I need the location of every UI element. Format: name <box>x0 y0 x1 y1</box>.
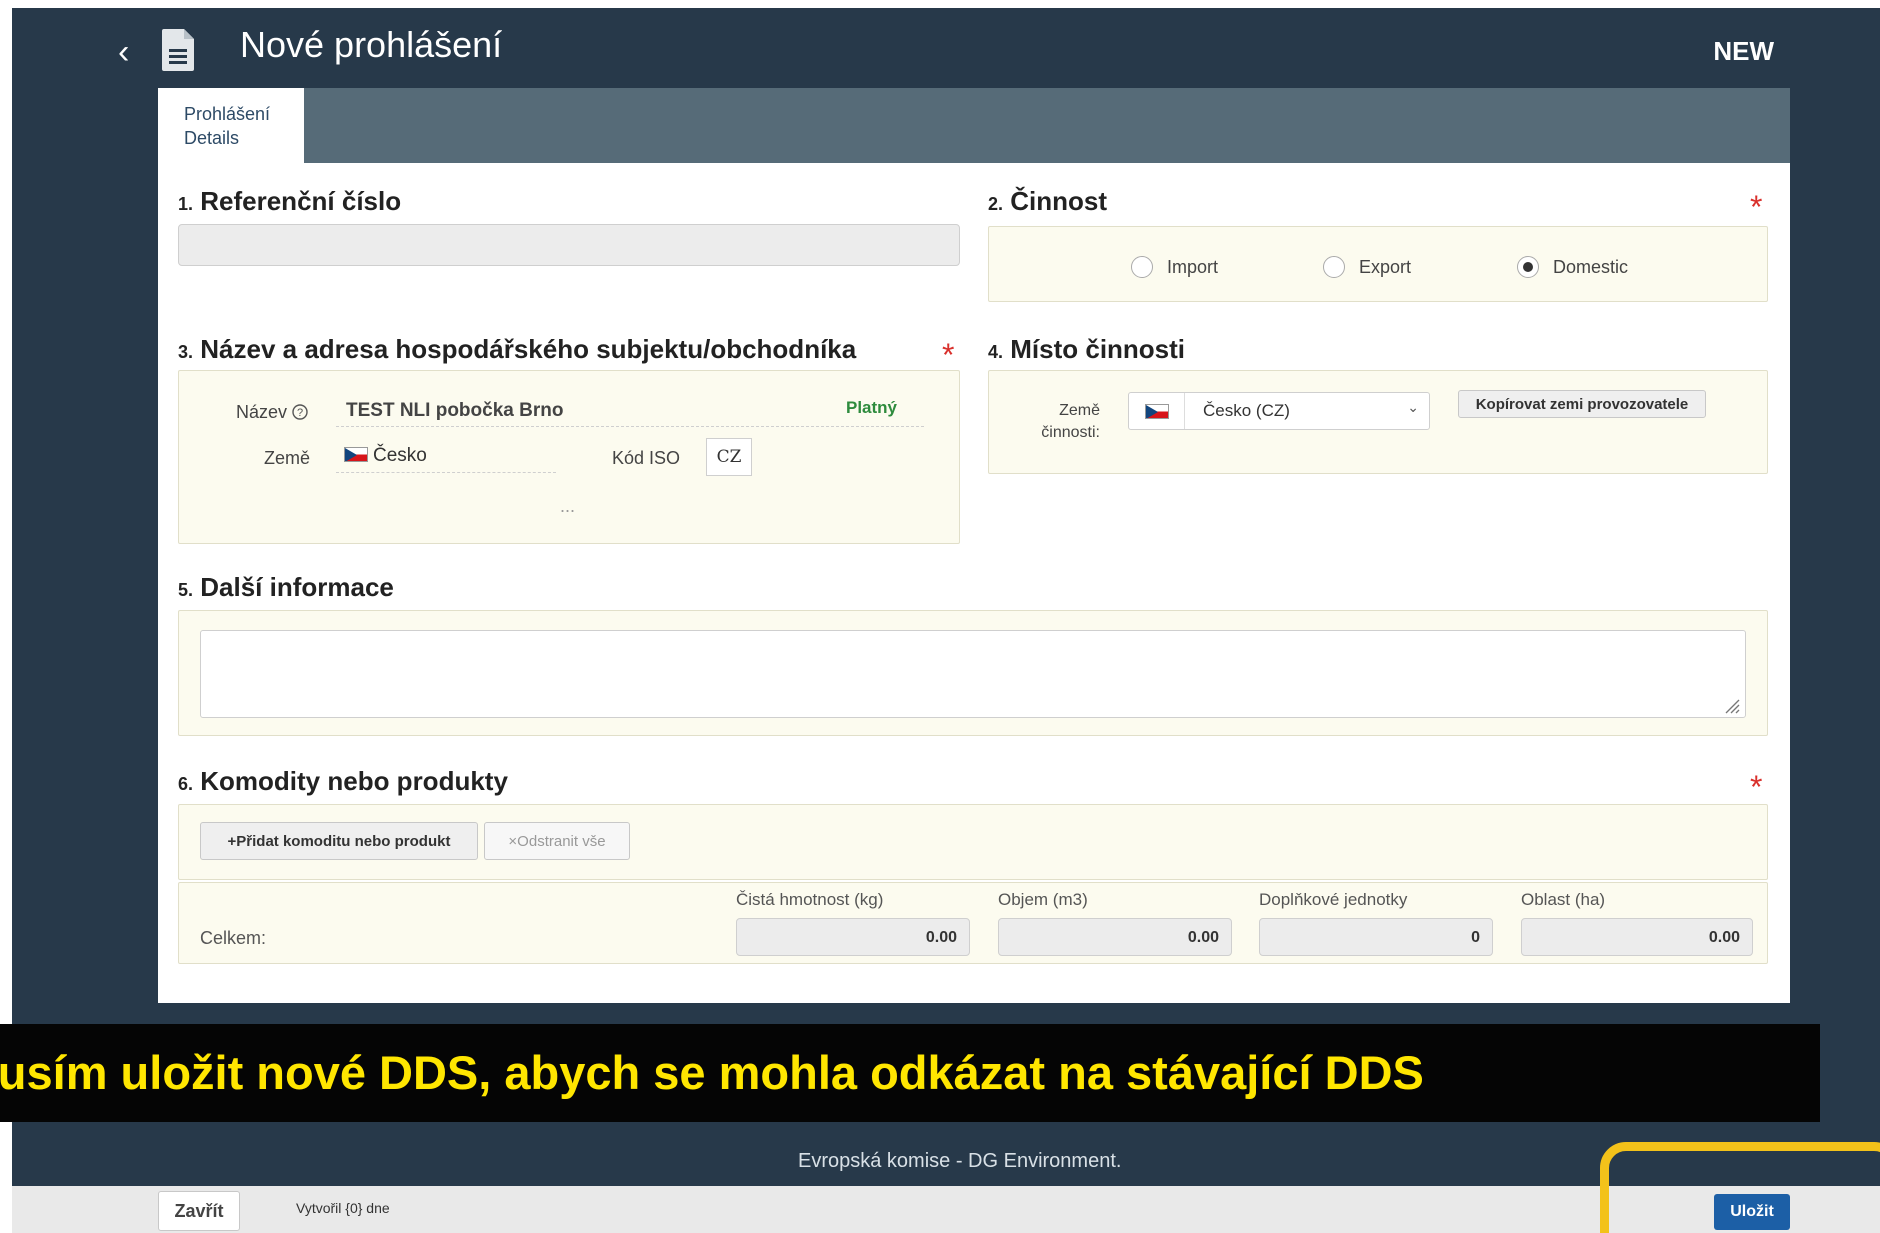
radio-label: Export <box>1359 256 1412 277</box>
section-number: 4. <box>988 342 1004 362</box>
tab-label-line2: Details <box>184 128 240 148</box>
flag-addon <box>1129 393 1185 429</box>
additional-info-textarea[interactable] <box>200 630 1746 718</box>
radio-domestic[interactable]: Domestic <box>1517 256 1628 278</box>
section-number: 2. <box>988 194 1004 214</box>
label-line: činnosti: <box>1041 424 1100 441</box>
total-volume: 0.00 <box>998 918 1232 956</box>
svg-text:?: ? <box>297 407 303 419</box>
divider <box>336 426 924 427</box>
place-country-label: Země činnosti: <box>1036 400 1100 444</box>
column-header-volume: Objem (m3) <box>998 890 1088 909</box>
divider <box>336 472 556 473</box>
operator-name-label: Název ? <box>236 402 308 423</box>
section-number: 6. <box>178 774 194 794</box>
required-asterisk: * <box>1750 189 1763 225</box>
operator-name-value[interactable]: TEST NLI pobočka Brno <box>346 400 563 422</box>
column-header-area: Oblast (ha) <box>1521 890 1606 909</box>
section-additional-title: 5. Další informace <box>178 572 394 603</box>
status-badge: NEW <box>1713 36 1774 66</box>
add-commodity-button[interactable]: +Přidat komoditu nebo produkt <box>200 822 478 860</box>
created-by-text: Vytvořil {0} dne <box>296 1200 390 1216</box>
label-text: Název <box>236 402 288 422</box>
tab-label-line1: Prohlášení <box>184 104 271 124</box>
radio-label: Import <box>1167 256 1219 277</box>
column-header-net-mass: Čistá hmotnost (kg) <box>736 890 884 909</box>
section-place-title: 4. Místo činnosti <box>988 334 1185 365</box>
czech-flag-icon <box>1144 403 1169 419</box>
tab-bar: Prohlášení Details <box>158 88 1790 163</box>
more-icon[interactable]: ... <box>560 496 575 517</box>
required-asterisk: * <box>1750 769 1763 805</box>
section-title-text: Komodity nebo produkty <box>200 766 508 796</box>
required-asterisk: * <box>942 337 955 373</box>
totals-label: Celkem: <box>200 928 267 948</box>
section-commodities-title: 6. Komodity nebo produkty <box>178 766 508 797</box>
page-title: Nové prohlášení <box>240 24 503 65</box>
total-net-mass: 0.00 <box>736 918 970 956</box>
radio-export[interactable]: Export <box>1323 256 1411 278</box>
radio-button[interactable] <box>1131 256 1153 278</box>
iso-code-label: Kód ISO <box>612 448 681 468</box>
operator-status: Platný <box>846 398 898 417</box>
operator-country-label: Země <box>264 448 311 468</box>
total-supplementary-units: 0 <box>1259 918 1493 956</box>
radio-import[interactable]: Import <box>1131 256 1218 278</box>
section-title-text: Název a adresa hospodářského subjektu/ob… <box>200 334 857 364</box>
radio-button[interactable] <box>1323 256 1345 278</box>
label-line: Země <box>1059 402 1100 419</box>
chevron-down-icon: ⌄ <box>1407 399 1419 415</box>
section-title-text: Místo činnosti <box>1010 334 1186 364</box>
section-title-text: Činnost <box>1010 186 1108 216</box>
country-text: Česko <box>373 445 427 466</box>
section-title-text: Referenční číslo <box>200 186 402 216</box>
section-activity-title: 2. Činnost <box>988 186 1107 217</box>
document-icon <box>162 29 194 71</box>
back-icon[interactable]: ‹ <box>118 32 148 72</box>
column-header-supplementary-units: Doplňkové jednotky <box>1259 890 1408 909</box>
footer-credit: Evropská komise - DG Environment. <box>798 1150 1122 1172</box>
czech-flag-icon <box>344 447 368 462</box>
iso-code-value: CZ <box>706 438 752 476</box>
section-operator-title: 3. Název a adresa hospodářského subjektu… <box>178 334 856 365</box>
resize-handle-icon[interactable] <box>1722 696 1740 714</box>
total-area: 0.00 <box>1521 918 1753 956</box>
place-country-select[interactable]: Česko (CZ) ⌄ <box>1128 392 1430 430</box>
section-number: 3. <box>178 342 194 362</box>
section-reference-title: 1. Referenční číslo <box>178 186 401 217</box>
radio-label: Domestic <box>1553 256 1629 277</box>
reference-number-field[interactable] <box>178 224 960 266</box>
operator-country-value: Česko <box>344 445 427 467</box>
section-number: 1. <box>178 194 194 214</box>
highlight-annotation <box>1600 1142 1880 1233</box>
radio-button-selected[interactable] <box>1517 256 1539 278</box>
remove-all-button[interactable]: ×Odstranit vše <box>484 822 630 860</box>
select-value: Česko (CZ) <box>1203 401 1290 420</box>
caption-banner: musím uložit nové DDS, abych se mohla od… <box>0 1024 1820 1122</box>
section-title-text: Další informace <box>200 572 394 602</box>
copy-operator-country-button[interactable]: Kopírovat zemi provozovatele <box>1458 390 1706 418</box>
section-number: 5. <box>178 580 194 600</box>
tab-declaration-details[interactable]: Prohlášení Details <box>158 88 304 163</box>
help-icon[interactable]: ? <box>292 404 308 420</box>
close-button[interactable]: Zavřít <box>158 1191 240 1231</box>
